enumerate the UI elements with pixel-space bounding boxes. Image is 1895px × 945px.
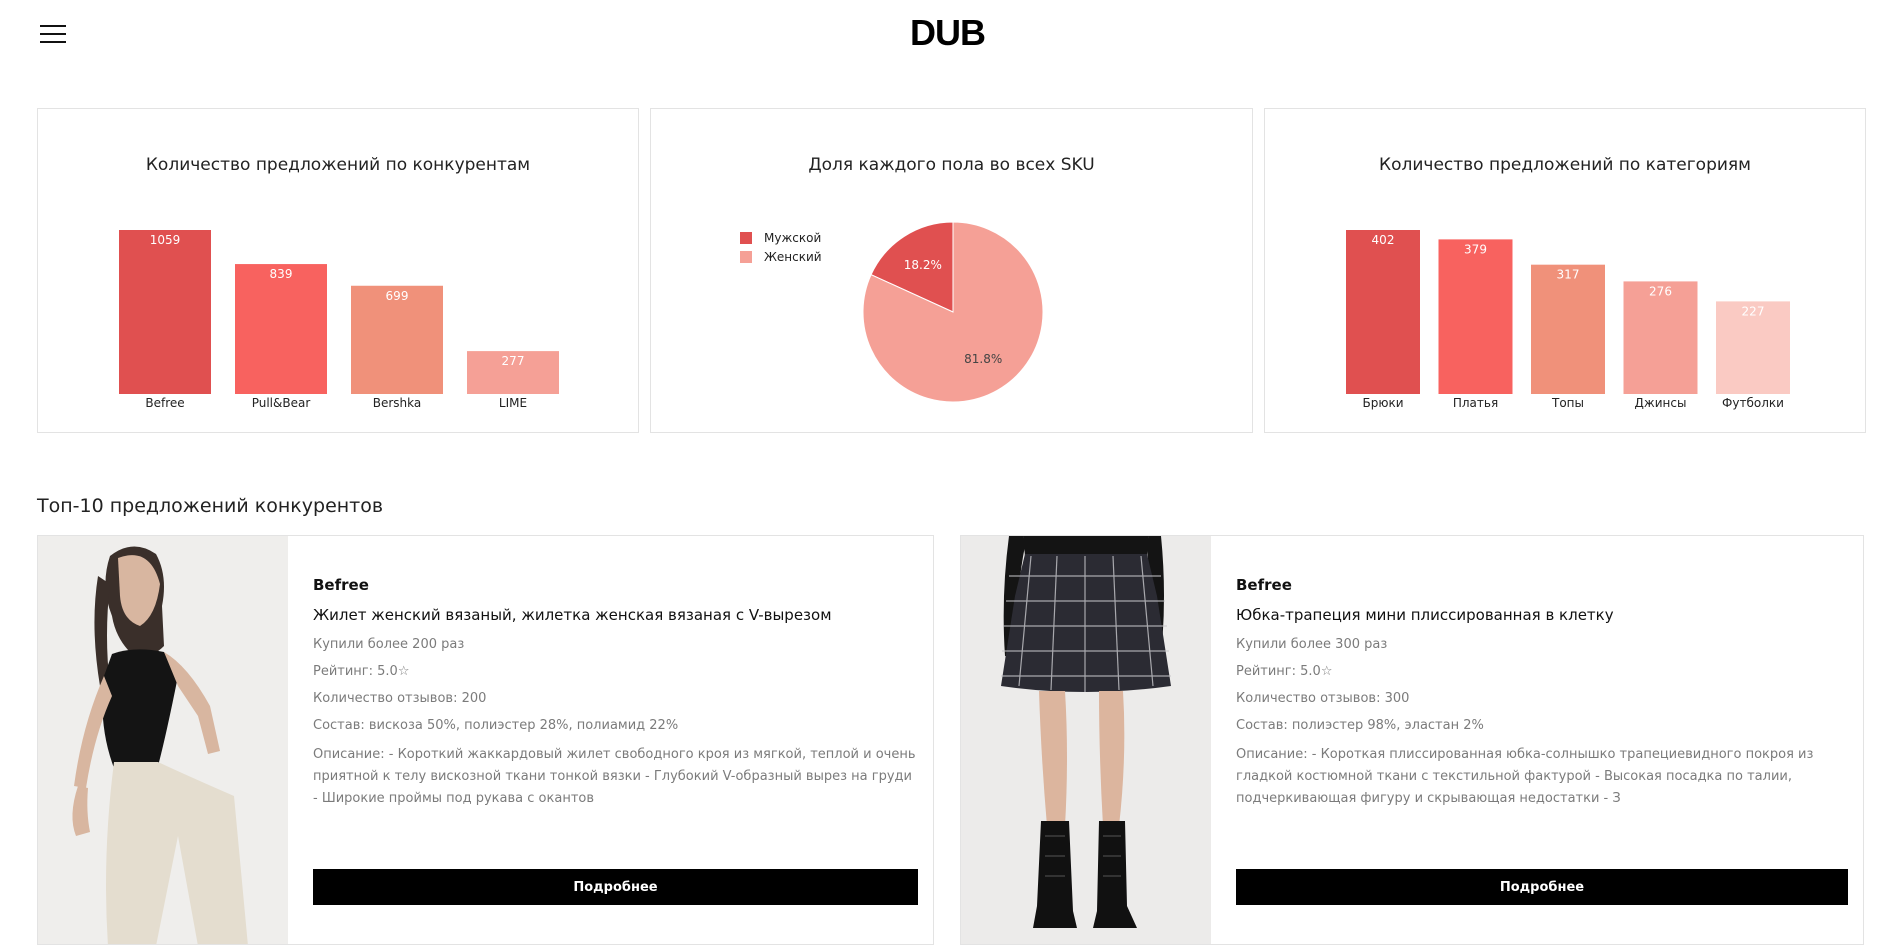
bar-value-label: 317	[1557, 268, 1580, 282]
bar-value-label: 1059	[150, 233, 181, 247]
product-brand: Befree	[313, 576, 369, 594]
x-tick-label: Pull&Bear	[252, 396, 311, 410]
competitors-bar-chart: 1059 Befree 839 Pull&Bear 699 Bershka 277 LIME	[119, 230, 559, 410]
product-card: Befree Жилет женский вязаный, жилетка же…	[37, 535, 934, 945]
bar-value-label: 402	[1372, 233, 1395, 247]
product-rating: Рейтинг: 5.0☆	[1236, 664, 1333, 679]
pie-value-label: 81.8%	[964, 352, 1002, 366]
bar[interactable]	[1531, 264, 1605, 394]
x-tick-label: Футболки	[1722, 396, 1784, 410]
bar[interactable]	[235, 264, 327, 394]
bar-value-label: 379	[1464, 242, 1487, 256]
top-bar: DUB	[0, 0, 1895, 70]
product-info: Befree Юбка-трапеция мини плиссированная…	[1236, 576, 1848, 834]
product-reviews: Количество отзывов: 300	[1236, 691, 1410, 706]
legend-swatch	[740, 232, 752, 244]
product-composition: Состав: полиэстер 98%, эластан 2%	[1236, 718, 1484, 733]
product-photo[interactable]	[961, 536, 1211, 944]
product-rating: Рейтинг: 5.0☆	[313, 664, 410, 679]
x-tick-label: Топы	[1551, 396, 1584, 410]
logo[interactable]: DUB	[0, 12, 1895, 54]
x-tick-label: Платья	[1453, 396, 1498, 410]
gender-pie-chart: 18.2% 81.8% Мужской Женский	[740, 221, 1044, 403]
product-reviews: Количество отзывов: 200	[313, 691, 487, 706]
bar-value-label: 277	[502, 354, 525, 368]
competitors-chart-panel: Количество предложений по конкурентам 10…	[37, 108, 639, 433]
product-description: Описание: - Короткий жаккардовый жилет с…	[313, 747, 916, 806]
product-card: Befree Юбка-трапеция мини плиссированная…	[960, 535, 1864, 945]
product-info: Befree Жилет женский вязаный, жилетка же…	[313, 576, 918, 834]
product-name[interactable]: Юбка-трапеция мини плиссированная в клет…	[1236, 606, 1848, 626]
x-tick-label: Befree	[145, 396, 184, 410]
legend-label[interactable]: Женский	[764, 250, 822, 264]
product-composition: Состав: вискоза 50%, полиэстер 28%, поли…	[313, 718, 679, 733]
product-name[interactable]: Жилет женский вязаный, жилетка женская в…	[313, 606, 918, 626]
product-bought: Купили более 200 раз	[313, 637, 465, 652]
bar[interactable]	[1346, 230, 1420, 394]
product-photo[interactable]	[38, 536, 288, 944]
bar-value-label: 699	[386, 289, 409, 303]
legend-label[interactable]: Мужской	[764, 231, 821, 245]
categories-chart-panel: Количество предложений по категориям 402…	[1264, 108, 1866, 433]
x-tick-label: Bershka	[373, 396, 422, 410]
bar[interactable]	[119, 230, 211, 394]
product-description: Описание: - Короткая плиссированная юбка…	[1236, 747, 1814, 806]
gender-chart-panel: Доля каждого пола во всех SKU 18.2% 81.8%…	[650, 108, 1253, 433]
details-button[interactable]: Подробнее	[313, 869, 918, 905]
x-tick-label: Джинсы	[1635, 396, 1687, 410]
bar[interactable]	[1438, 239, 1513, 394]
details-button[interactable]: Подробнее	[1236, 869, 1848, 905]
x-tick-label: LIME	[499, 396, 527, 410]
bar-value-label: 227	[1742, 304, 1765, 318]
product-bought: Купили более 300 раз	[1236, 637, 1388, 652]
bar-value-label: 839	[270, 267, 293, 281]
product-brand: Befree	[1236, 576, 1292, 594]
x-tick-label: Брюки	[1363, 396, 1404, 410]
categories-bar-chart: 402 Брюки 379 Платья 317 Топы 276 Джинсы 227 Футб…	[1346, 230, 1790, 410]
top-offers-title: Топ-10 предложений конкурентов	[37, 495, 384, 517]
bar-value-label: 276	[1649, 284, 1672, 298]
pie-value-label: 18.2%	[904, 258, 942, 272]
legend-swatch	[740, 251, 752, 263]
